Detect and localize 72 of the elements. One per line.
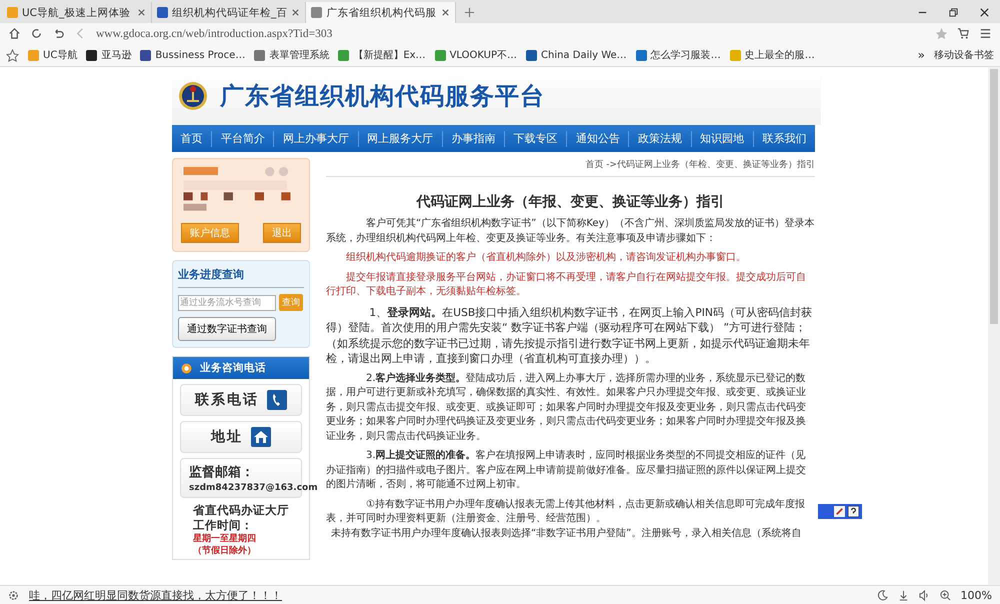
query-title: 业务进度查询 [178, 267, 304, 288]
nav-item[interactable]: 首页 [172, 130, 212, 146]
paragraph: 组织机构代码逾期换证的客户（省直机构除外）以及涉密机构，请咨询发证机构办事窗口。 [345, 251, 747, 265]
nav-item[interactable]: 网上服务大厅 [358, 130, 443, 146]
bookmark[interactable]: 【新提醒】Ex… [338, 48, 426, 62]
bookmark[interactable]: 亚马逊 [86, 48, 132, 62]
site-title: 广东省组织机构代码服务平台 [220, 81, 545, 112]
phone-button[interactable]: 联系电话 [180, 384, 302, 416]
bookmark[interactable]: 表單管理系統 [254, 48, 330, 62]
bookmark[interactable]: VLOOKUP不… [434, 48, 517, 62]
emblem-icon [178, 81, 208, 111]
mobile-bookmarks-link[interactable]: 移动设备书签 [934, 48, 994, 62]
reload-icon[interactable] [30, 27, 43, 40]
address-button[interactable]: 地址 [180, 421, 302, 453]
close-icon[interactable] [137, 8, 146, 17]
nav-item[interactable]: 网上办事大厅 [274, 130, 359, 146]
consult-title: 业务咨询电话 [200, 361, 266, 375]
paragraph: 提交年报请直接登录服务平台网站，办证窗口将不再受理，请客户自行在网站提交年报。提交成功后可自行打印、下载电子副本，无须黏贴年检标签。 [326, 270, 807, 299]
hall-name: 省直代码办证大厅 [193, 503, 290, 518]
help-icon[interactable] [848, 506, 859, 517]
nav-item[interactable]: 通知公告 [567, 130, 630, 146]
zoom-level[interactable]: 100% [960, 588, 992, 602]
star-icon[interactable] [935, 27, 948, 40]
new-tab-icon[interactable] [464, 7, 476, 18]
close-icon[interactable] [441, 8, 450, 17]
phone-icon [267, 390, 287, 410]
nav-item[interactable]: 知识园地 [692, 130, 754, 146]
home-icon [251, 427, 271, 447]
more-bookmarks-button[interactable]: » [918, 48, 925, 62]
moon-icon[interactable] [876, 590, 888, 600]
window-restore-icon[interactable] [948, 7, 959, 18]
article-title: 代码证网上业务（年报、变更、换证等业务）指引 [415, 193, 726, 211]
download-icon[interactable] [898, 590, 909, 600]
bookmark[interactable]: 怎么学习服装… [636, 48, 721, 62]
news-link[interactable]: 哇，四亿网红明显同数货源直接找，太方便了！！！ [29, 588, 282, 602]
nav-item[interactable]: 政策法规 [629, 130, 692, 146]
paragraph: 3.网上提交证照的准备。客户在填报网上申请表时，应同时根据业务类型的不同提交相应的证件（见办证指南）的扫描件或电子图片。客户应在网上申请前提前做好准备。应尽量扫描证照的原件以保证网上提交的图片清晰，否则，将可能通不过网上初审。 [326, 449, 807, 492]
star-icon[interactable] [6, 48, 19, 62]
home-icon[interactable] [8, 27, 21, 40]
close-icon[interactable] [291, 8, 300, 17]
bookmark[interactable]: UC导航 [28, 48, 78, 62]
scrollbar-thumb[interactable] [990, 69, 998, 324]
bookmark[interactable]: China Daily We… [526, 50, 627, 60]
email-address: szdm84237837@163.com [189, 483, 318, 493]
email-label: 监督邮箱： [189, 464, 254, 481]
working-days: 星期一至星期四 [193, 533, 309, 545]
zoom-icon[interactable] [940, 590, 951, 600]
nav-item[interactable]: 联系我们 [754, 130, 816, 146]
speaker-icon[interactable] [918, 590, 930, 600]
hours-label: 工作时间： [193, 518, 254, 533]
nav-item[interactable]: 平台简介 [212, 130, 274, 146]
nav-item[interactable]: 办事指南 [442, 130, 506, 146]
settings-icon[interactable] [8, 590, 19, 600]
breadcrumb: 首页 ->代码证网上业务（年检、变更、换证等业务）指引 [326, 152, 815, 177]
bullet-icon [181, 362, 192, 374]
paragraph: ①持有数字证书用户办理年度确认报表无需上传其他材料，点击更新或确认相关信息即可完成年度报表，并可同时办理资料更新（注册资金、注册号、经营范围）。 [326, 498, 806, 526]
menu-icon[interactable] [979, 27, 992, 40]
paragraph: 1、登录网站。在USB接口中插入组织机构数字证书，在网页上输入PIN码（可从密码信封获得）登陆。首次使用的用户需先安装“ 数字证书客户端（驱动程序可在网站下载） ”方可进行登陆；（如系统提示您的数字证书已过期，请先按提示指引进行数字证书网上更新，如提示代码证逾期未年检，请退出网上申请，直接到窗口办理（省直机构可直接办理））。 [326, 304, 813, 366]
paragraph: 2.客户选择业务类型。登陆成功后，进入网上办事大厅，选择所需办理的业务，系统显示已登记的数据，用户可进行更新或补充填写，确保数据的真实性、有效性。如果客户只办理提交年报、或变更、或换证业务，则只需点击提交年报、或变更、或换证即可；如果客户同时办理提交年报及变更业务，则只需点击代码变更业务；如果客户同时办理代码换证及变更业务，则只需点击代码变更业务；如果客户同时办理提交年报及换证业务，则只需点击代码换证业务。 [326, 372, 807, 444]
holiday-note: （节假日除外） [193, 545, 257, 557]
serial-number-field[interactable]: 通过业务流水号查询 [178, 294, 276, 310]
certificate-query-button[interactable]: 通过数字证书查询 [178, 317, 276, 341]
bookmark[interactable]: Bussiness Proce… [140, 50, 246, 60]
paragraph: 未持有数字证书用户办理年度确认报表则选择“非数字证书用户登陆”。注册账号，录入相关信息（系统将自 [330, 526, 802, 540]
cart-icon[interactable] [957, 27, 970, 40]
browser-tab[interactable]: 广东省组织机构代码服 [306, 2, 456, 23]
pen-icon[interactable] [834, 506, 845, 517]
bookmark[interactable]: 史上最全的服… [730, 48, 815, 62]
nav-item[interactable]: 下载专区 [505, 130, 568, 146]
floating-toolbar[interactable] [818, 504, 862, 519]
close-icon[interactable] [979, 7, 990, 18]
paragraph: 客户可凭其“广东省组织机构数字证书”（以下简称Key）（不含广州、深圳质监局发放的证书）登录本系统，办理组织机构代码网上年检、变更及换证等业务。有关注意事项及申请步骤如下： [326, 217, 815, 246]
